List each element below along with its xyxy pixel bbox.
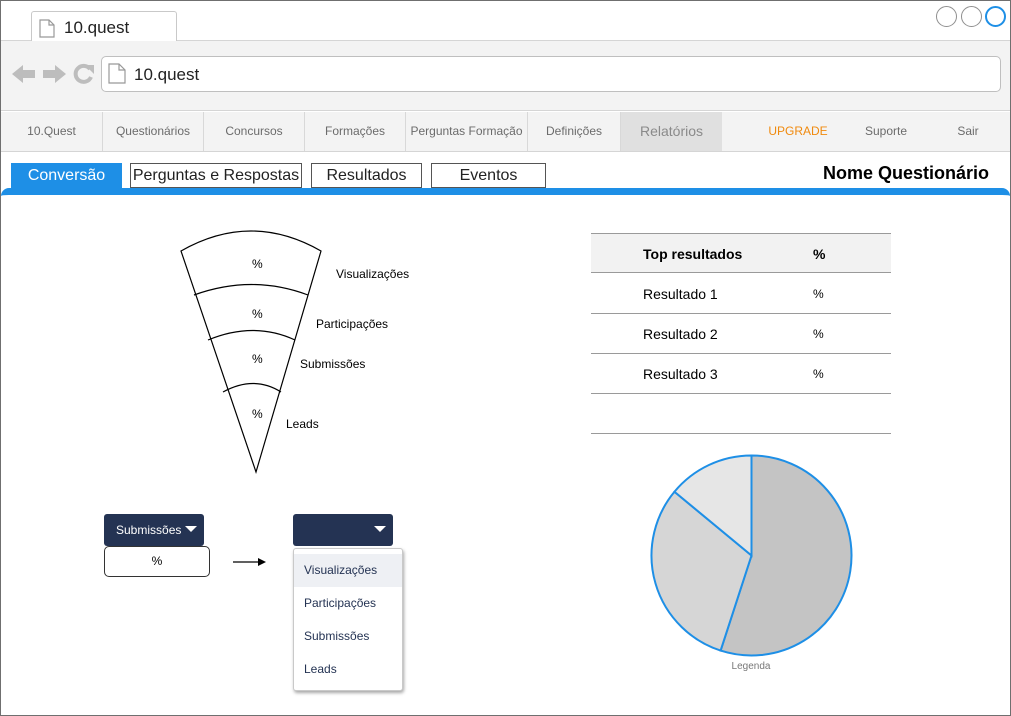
- page-title: Nome Questionário: [822, 163, 989, 183]
- browser-window: 10.quest 10.quest 10.Quest Questionários…: [0, 0, 1011, 716]
- table-header-cell: Top resultados: [643, 246, 743, 262]
- dropdown-option-leads[interactable]: Leads: [294, 653, 402, 686]
- app-menu: 10.Quest Questionários Concursos Formaçõ…: [1, 112, 1010, 152]
- table-row: Resultado 1 %: [591, 274, 891, 314]
- tab-eventos[interactable]: Eventos: [431, 163, 546, 188]
- funnel-value-submissoes: %: [252, 352, 263, 366]
- tab-conversao[interactable]: Conversão: [11, 163, 122, 188]
- conversion-value-box: %: [104, 546, 210, 577]
- arrow-right-icon: [233, 555, 267, 573]
- table-header-row: Top resultados %: [591, 233, 891, 273]
- table-row: Resultado 3 %: [591, 354, 891, 394]
- window-maximize-button[interactable]: [961, 6, 982, 27]
- stage-dropdown-menu: Visualizações Participações Submissões L…: [293, 548, 403, 691]
- dropdown-option-visualizacoes[interactable]: Visualizações: [294, 554, 402, 587]
- menu-item-relatorios[interactable]: Relatórios: [621, 112, 722, 151]
- table-cell: Resultado 2: [643, 326, 718, 342]
- from-stage-select-value: Submissões: [116, 523, 182, 537]
- table-header-cell: %: [813, 246, 826, 262]
- window-minimize-button[interactable]: [936, 6, 957, 27]
- menu-item-definicoes[interactable]: Definições: [528, 112, 621, 151]
- chart-legend-label: Legenda: [731, 661, 771, 672]
- table-cell: %: [813, 367, 824, 381]
- table-row: Resultado 2 %: [591, 314, 891, 354]
- funnel-label-leads: Leads: [286, 417, 319, 431]
- reload-icon[interactable]: [72, 63, 96, 90]
- tab-resultados[interactable]: Resultados: [311, 163, 422, 188]
- menu-item-formacoes[interactable]: Formações: [305, 112, 406, 151]
- tab-perguntas-respostas[interactable]: Perguntas e Respostas: [130, 163, 302, 188]
- table-cell: Resultado 1: [643, 286, 718, 302]
- to-stage-select[interactable]: [293, 514, 393, 546]
- address-bar[interactable]: 10.quest: [101, 56, 1001, 92]
- results-pie-chart: [650, 454, 853, 657]
- conversion-funnel: [180, 230, 322, 474]
- document-icon: [39, 19, 55, 43]
- back-arrow-icon[interactable]: [11, 63, 37, 90]
- caret-down-icon: [374, 526, 386, 532]
- table-empty-row: [591, 394, 891, 434]
- forward-arrow-icon[interactable]: [41, 63, 67, 90]
- menu-item-questionarios[interactable]: Questionários: [103, 112, 204, 151]
- funnel-label-submissoes: Submissões: [300, 357, 366, 371]
- url-text: 10.quest: [134, 65, 200, 84]
- menu-item-sair[interactable]: Sair: [918, 112, 1011, 151]
- table-cell: %: [813, 287, 824, 301]
- menu-item-home[interactable]: 10.Quest: [1, 112, 103, 151]
- menu-item-upgrade[interactable]: UPGRADE: [748, 112, 848, 151]
- funnel-value-leads: %: [252, 407, 263, 421]
- table-cell: %: [813, 327, 824, 341]
- dropdown-option-submissoes[interactable]: Submissões: [294, 620, 402, 653]
- browser-tab[interactable]: 10.quest: [31, 11, 177, 42]
- funnel-value-participacoes: %: [252, 307, 263, 321]
- browser-navbar: 10.quest: [1, 41, 1010, 111]
- dropdown-option-participacoes[interactable]: Participações: [294, 587, 402, 620]
- browser-titlebar: 10.quest: [1, 1, 1010, 42]
- browser-tab-title: 10.quest: [64, 18, 130, 37]
- table-cell: Resultado 3: [643, 366, 718, 382]
- from-stage-select[interactable]: Submissões: [104, 514, 204, 546]
- menu-item-concursos[interactable]: Concursos: [204, 112, 305, 151]
- funnel-outline: [180, 230, 322, 474]
- funnel-label-visualizacoes: Visualizações: [336, 267, 410, 281]
- menu-item-perguntas-formacao[interactable]: Perguntas Formação: [406, 112, 528, 151]
- funnel-value-visualizacoes: %: [252, 257, 263, 271]
- caret-down-icon: [185, 526, 197, 532]
- window-close-button[interactable]: [985, 6, 1006, 27]
- document-icon: [108, 63, 126, 89]
- funnel-label-participacoes: Participações: [316, 317, 389, 331]
